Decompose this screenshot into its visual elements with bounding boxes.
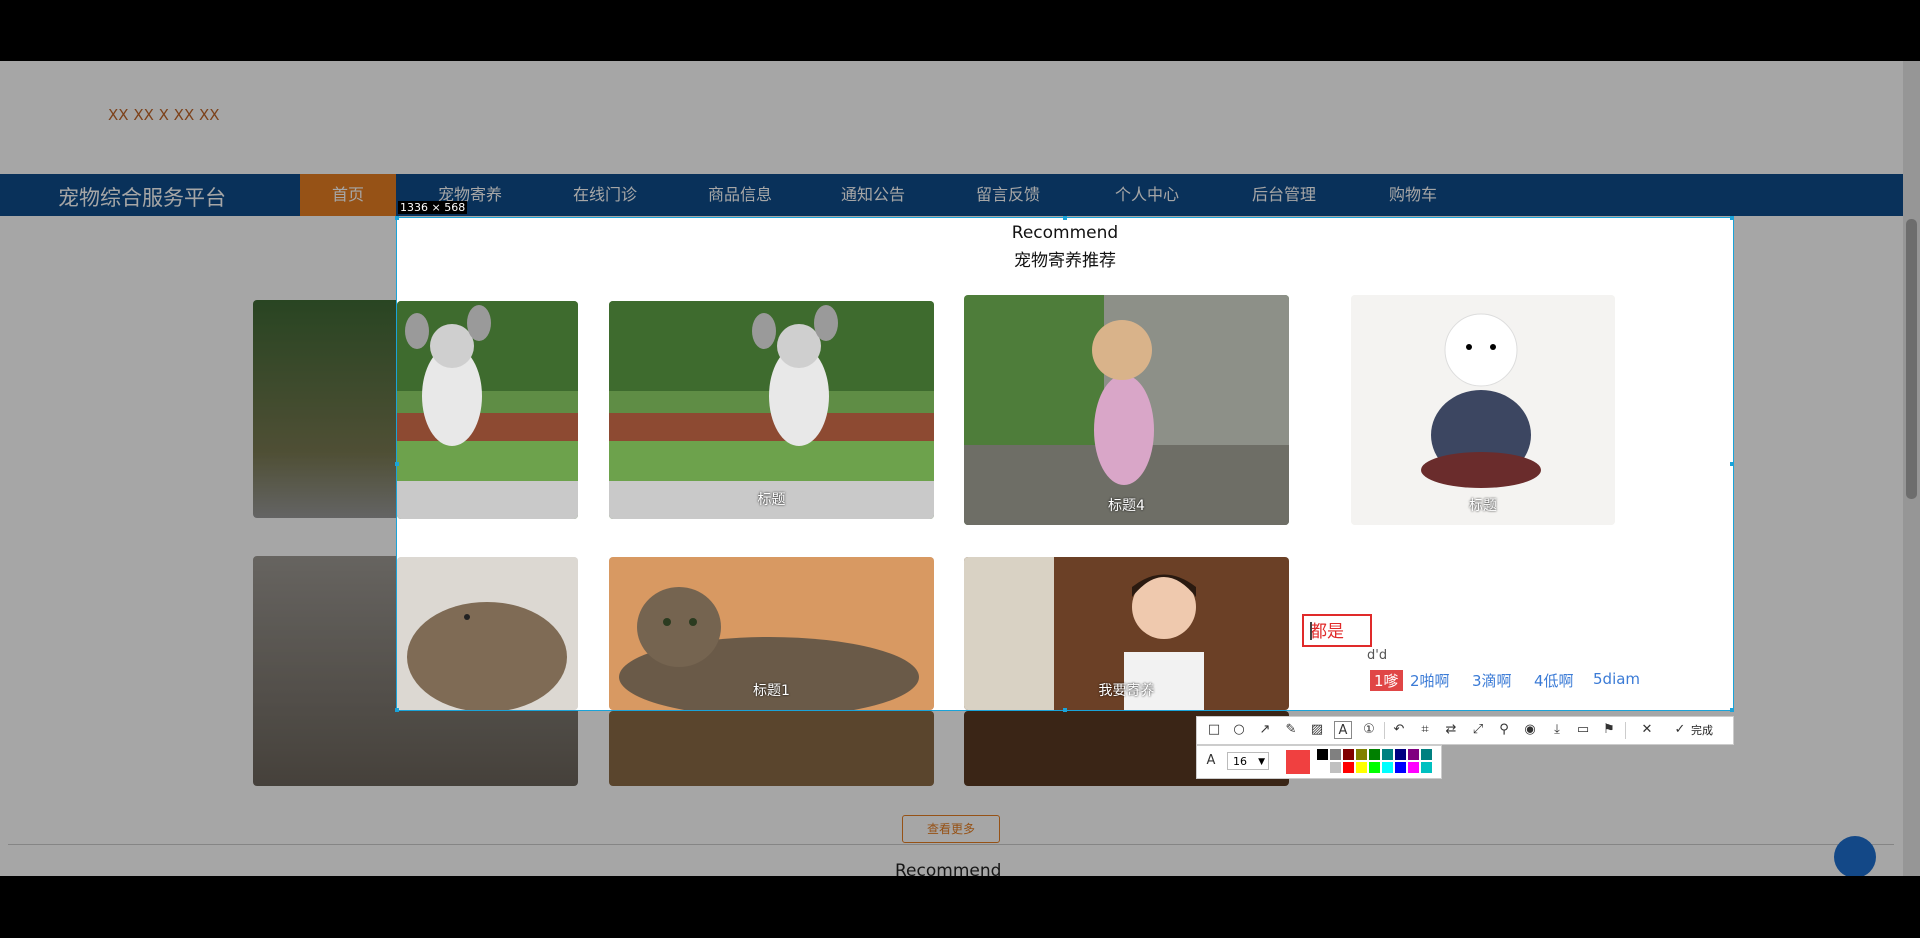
resize-handle[interactable]	[1063, 216, 1067, 220]
save-icon[interactable]: ▭	[1574, 721, 1592, 739]
text-cursor	[1310, 622, 1312, 640]
card-caption: 标题	[1469, 498, 1497, 514]
tabby-cat-photo	[397, 557, 578, 710]
running-dog-photo	[397, 301, 578, 519]
mosaic-icon[interactable]: ▨	[1308, 721, 1326, 739]
translate-icon[interactable]: ⇄	[1442, 721, 1460, 739]
check-icon[interactable]: ✓	[1671, 721, 1689, 739]
color-swatch[interactable]	[1356, 749, 1367, 760]
ime-candidate[interactable]: 2啪啊	[1410, 670, 1450, 691]
pencil-icon[interactable]: ✎	[1282, 721, 1300, 739]
resize-handle[interactable]	[395, 462, 399, 466]
ime-candidate-bar: 1嗲 2啪啊 3滴啊 4低啊 5diam	[1340, 663, 1720, 695]
color-swatch[interactable]	[1330, 762, 1341, 773]
ellipse-icon[interactable]: ○	[1230, 721, 1248, 739]
capture-size-label: 1336 × 568	[398, 201, 468, 214]
undo-icon[interactable]: ↶	[1390, 721, 1408, 739]
resize-handle[interactable]	[1063, 708, 1067, 712]
color-swatch[interactable]	[1382, 749, 1393, 760]
ime-candidate[interactable]: 1嗲	[1370, 670, 1403, 691]
card-caption: 标题	[757, 492, 786, 508]
serial-number-icon[interactable]: ①	[1360, 721, 1378, 739]
text-annotation-box[interactable]: 都是	[1302, 614, 1372, 647]
running-dog-photo	[609, 301, 934, 519]
screenshot-toolbar: □ ○ ↗ ✎ ▨ A ① ↶ ⌗ ⇄ ⤢ ⚲ ◉ ⤓ ▭ ⚑ ✕ ✓ 完成	[1196, 716, 1734, 745]
chevron-down-icon: ▼	[1258, 757, 1265, 767]
color-swatch[interactable]	[1421, 762, 1432, 773]
toolbar-separator	[1625, 722, 1626, 739]
done-button-label[interactable]: 完成	[1691, 722, 1713, 738]
text-style-toolbar: A 16 ▼	[1196, 745, 1442, 779]
recommend-title: Recommend	[1011, 223, 1119, 243]
font-size-value: 16	[1233, 755, 1247, 768]
ime-candidate[interactable]: 5diam	[1593, 670, 1640, 688]
rectangle-icon[interactable]: □	[1205, 721, 1223, 739]
color-swatch[interactable]	[1317, 762, 1328, 773]
pet-card[interactable]: 标题1	[609, 557, 934, 710]
card-caption: 标题1	[753, 683, 790, 699]
color-swatch[interactable]	[1408, 762, 1419, 773]
resize-handle[interactable]	[395, 216, 399, 220]
ime-composition: d'd	[1367, 648, 1388, 663]
resize-handle[interactable]	[1730, 216, 1734, 220]
color-swatch[interactable]	[1369, 749, 1380, 760]
toolbar-separator	[1384, 722, 1385, 739]
card-caption: 标题4	[1108, 498, 1145, 514]
color-swatch[interactable]	[1421, 749, 1432, 760]
font-size-select[interactable]: 16 ▼	[1227, 752, 1269, 770]
bookmark-icon[interactable]: ⚑	[1600, 721, 1618, 739]
current-color-swatch[interactable]	[1286, 750, 1310, 774]
capture-region[interactable]: Recommend 宠物寄养推荐 标题 标题4 标题 标题1 我要寄养	[397, 218, 1733, 710]
color-swatch[interactable]	[1395, 749, 1406, 760]
pet-card[interactable]: 标题	[609, 301, 934, 519]
white-poodle-dress-photo	[1351, 295, 1615, 525]
ime-candidate[interactable]: 3滴啊	[1472, 670, 1512, 691]
color-swatch[interactable]	[1408, 749, 1419, 760]
pet-card[interactable]: 标题	[1351, 295, 1615, 525]
color-swatch[interactable]	[1382, 762, 1393, 773]
color-swatch[interactable]	[1317, 749, 1328, 760]
color-swatch[interactable]	[1343, 762, 1354, 773]
color-swatch[interactable]	[1343, 749, 1354, 760]
arrow-icon[interactable]: ↗	[1256, 721, 1274, 739]
font-size-icon: A	[1206, 753, 1216, 768]
pet-card[interactable]	[397, 301, 578, 519]
ocr-icon[interactable]: ⌗	[1416, 721, 1434, 739]
pet-card[interactable]: 标题4	[964, 295, 1289, 525]
download-icon[interactable]: ⤓	[1548, 721, 1566, 739]
color-swatch[interactable]	[1356, 762, 1367, 773]
color-palette	[1317, 749, 1437, 775]
pet-card[interactable]	[397, 557, 578, 710]
resize-handle[interactable]	[1730, 708, 1734, 712]
color-swatch[interactable]	[1369, 762, 1380, 773]
record-icon[interactable]: ◉	[1521, 721, 1539, 739]
resize-handle[interactable]	[395, 708, 399, 712]
card-caption: 我要寄养	[1098, 683, 1155, 699]
long-screenshot-icon[interactable]: ⤢	[1469, 721, 1487, 739]
close-icon[interactable]: ✕	[1638, 721, 1656, 739]
recommend-subtitle: 宠物寄养推荐	[1014, 251, 1116, 271]
text-icon[interactable]: A	[1334, 721, 1352, 739]
pet-card[interactable]: 我要寄养	[964, 557, 1289, 710]
pin-icon[interactable]: ⚲	[1495, 721, 1513, 739]
ime-candidate[interactable]: 4低啊	[1534, 670, 1574, 691]
color-swatch[interactable]	[1395, 762, 1406, 773]
resize-handle[interactable]	[1730, 462, 1734, 466]
poodle-on-stones-photo	[964, 295, 1289, 525]
color-swatch[interactable]	[1330, 749, 1341, 760]
